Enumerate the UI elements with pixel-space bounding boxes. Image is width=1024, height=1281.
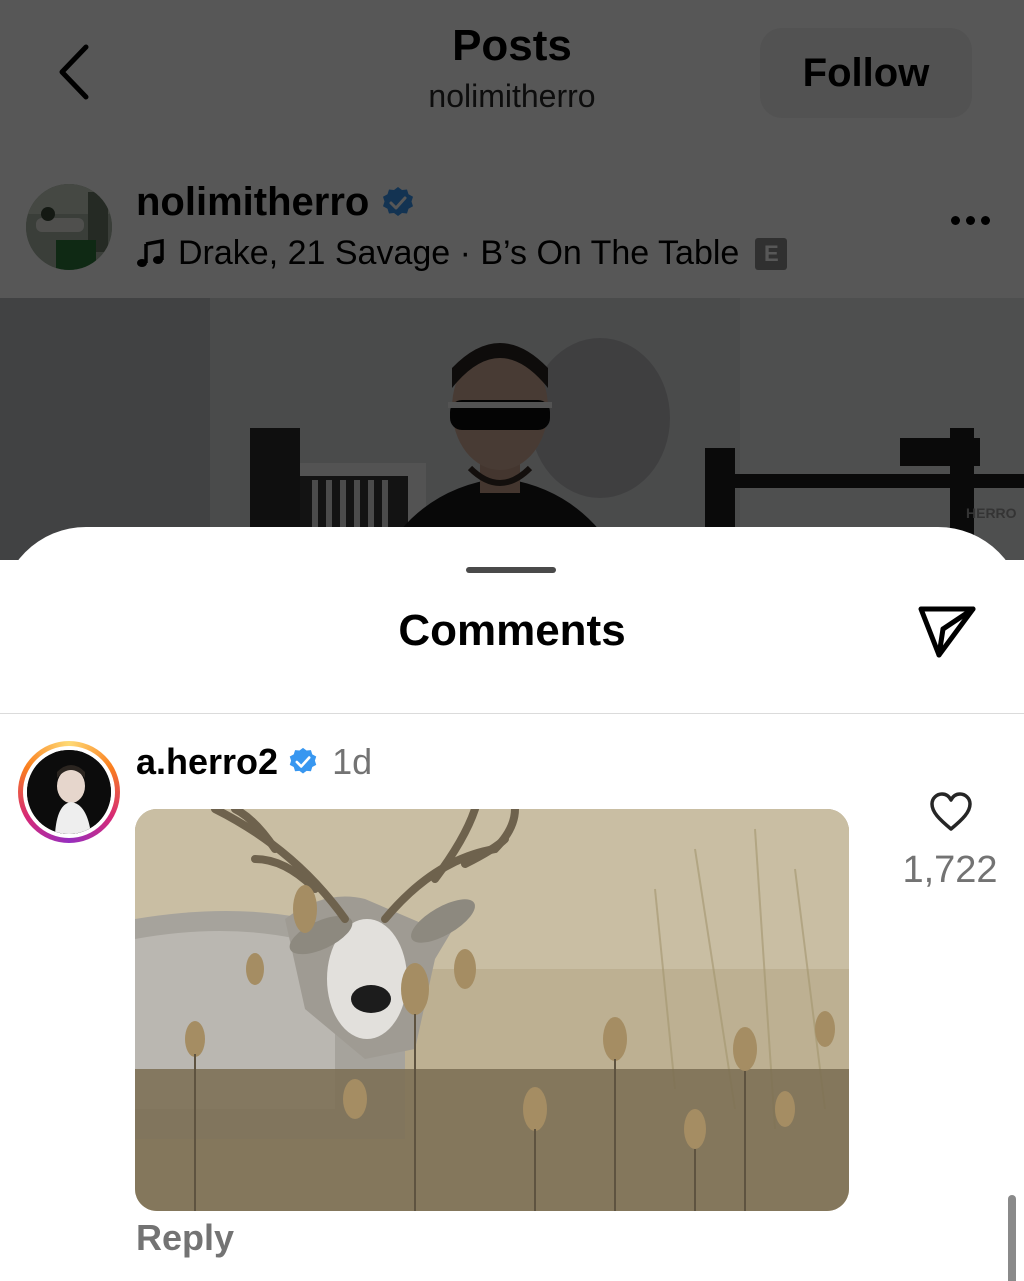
post-photo: HERRO (0, 298, 1024, 560)
dot-icon (980, 215, 990, 225)
scrollbar[interactable] (1008, 1195, 1016, 1281)
page-subtitle: nolimitherro (428, 78, 596, 114)
comments-sheet: Comments a.herro2 1d Reply 1,722 (0, 527, 1024, 1281)
paper-plane-icon (918, 606, 976, 658)
verified-badge-icon (289, 747, 317, 774)
page-title-block: Posts nolimitherro (312, 18, 712, 118)
page-title: Posts (452, 21, 572, 70)
sheet-divider (0, 713, 1024, 714)
chevron-left-icon (59, 44, 89, 100)
top-nav-bar: Posts nolimitherro Follow (0, 0, 1024, 150)
dot-icon (965, 215, 975, 225)
explicit-badge: E (755, 237, 788, 270)
follow-button[interactable]: Follow (760, 28, 972, 118)
comments-title: Comments (398, 606, 626, 655)
heart-icon (930, 792, 972, 831)
commenter-avatar (27, 750, 111, 834)
sheet-drag-handle[interactable] (466, 567, 556, 573)
post-header: nolimitherro Drake, 21 Savage · B’s On T… (0, 150, 1024, 298)
comment-like-count: 1,722 (902, 849, 998, 891)
comment-header: a.herro2 1d (136, 741, 372, 783)
comment-like-button[interactable] (924, 787, 978, 837)
more-options-button[interactable] (940, 200, 1000, 240)
back-button[interactable] (48, 40, 98, 104)
dot-icon (950, 215, 960, 225)
commenter-username[interactable]: a.herro2 (136, 741, 278, 783)
commenter-avatar-story-ring[interactable] (18, 741, 120, 843)
post-author-avatar[interactable] (26, 184, 112, 270)
music-track-label: Drake, 21 Savage · B’s On The Table (178, 234, 740, 272)
comment-timestamp: 1d (332, 741, 373, 782)
avatar-photo (27, 750, 111, 834)
post-author-name: nolimitherro (136, 180, 370, 224)
comment-gif[interactable] (135, 809, 849, 1211)
music-note-icon (137, 238, 164, 267)
post-image[interactable]: HERRO (0, 298, 1024, 560)
avatar-photo (26, 184, 112, 270)
deer-gif-image (135, 809, 849, 1211)
avatar-ring-gap (23, 746, 115, 838)
post-screen: Posts nolimitherro Follow nolimitherro D… (0, 0, 1024, 560)
gym-sign-text: HERRO (966, 505, 1017, 521)
post-author[interactable]: nolimitherro (136, 180, 415, 225)
share-button[interactable] (912, 599, 982, 663)
post-music-attribution[interactable]: Drake, 21 Savage · B’s On The Table E (136, 234, 788, 273)
reply-button[interactable]: Reply (136, 1217, 234, 1259)
verified-badge-icon (383, 186, 414, 216)
